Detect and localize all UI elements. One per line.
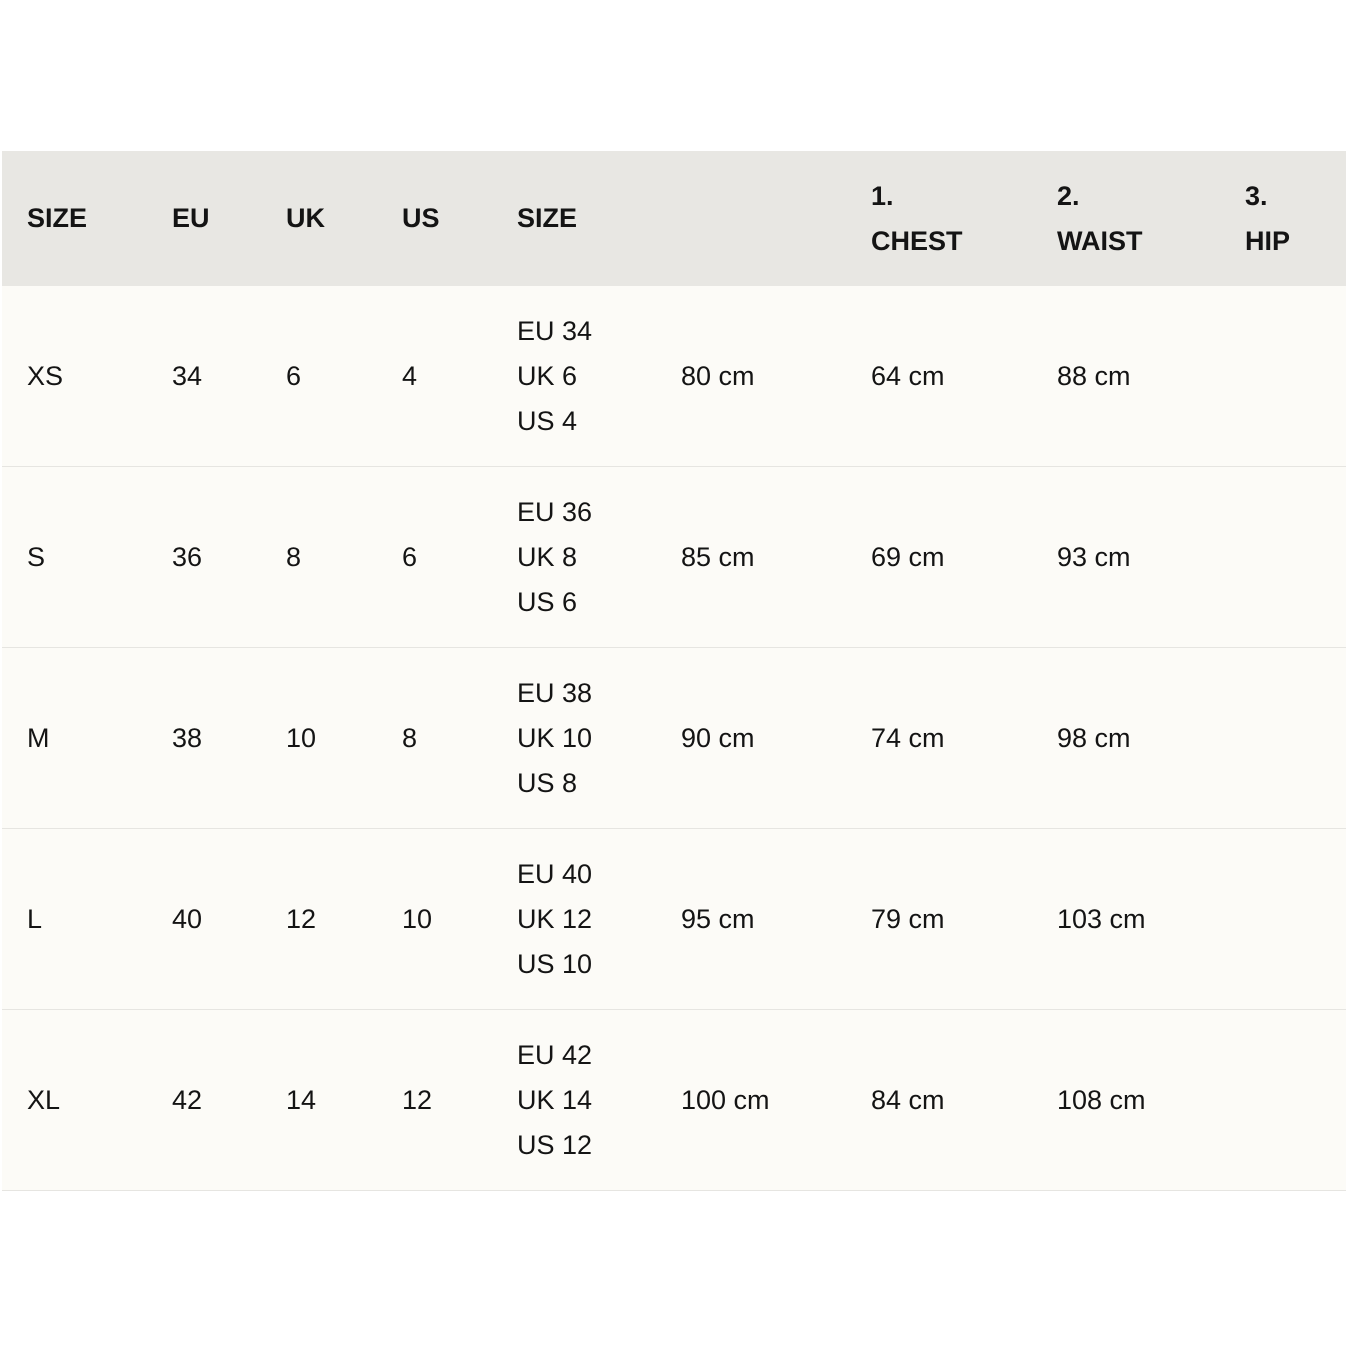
conversion-us: US 10 [517, 948, 593, 979]
cell-measure-2: 79 cm [871, 903, 945, 934]
cell-size-conversion: EU 34 UK 6 US 4 [517, 286, 592, 466]
cell-size: XS [27, 360, 64, 391]
cell-eu: 34 [172, 360, 203, 391]
cell-us: 12 [402, 1084, 433, 1115]
cell-uk: 14 [286, 1084, 317, 1115]
size-chart-table: SIZE EU UK US SIZE 1. CHEST 2. WAIST 3. … [2, 151, 1346, 1191]
conversion-uk: UK 12 [517, 903, 593, 934]
cell-size: S [27, 541, 46, 572]
conversion-us: US 6 [517, 586, 578, 617]
conversion-eu: EU 38 [517, 677, 593, 708]
cell-measure-1: 85 cm [681, 541, 755, 572]
conversion-eu: EU 42 [517, 1039, 593, 1070]
table-row: S 36 8 6 EU 36 UK 8 US 6 85 cm 69 cm 93 … [2, 467, 1346, 648]
cell-uk: 6 [286, 360, 302, 391]
cell-measure-2: 69 cm [871, 541, 945, 572]
conversion-eu: EU 40 [517, 858, 593, 889]
conversion-uk: UK 8 [517, 541, 578, 572]
cell-measure-1: 80 cm [681, 360, 755, 391]
cell-us: 10 [402, 903, 433, 934]
header-chest-number: 1. [871, 180, 894, 211]
cell-size: XL [27, 1084, 61, 1115]
header-waist: 2. WAIST [1057, 151, 1143, 286]
header-eu: EU [172, 203, 210, 233]
table-header: SIZE EU UK US SIZE 1. CHEST 2. WAIST 3. … [2, 151, 1346, 286]
header-hip-label: HIP [1245, 225, 1291, 256]
cell-eu: 42 [172, 1084, 203, 1115]
header-hip-number: 3. [1245, 180, 1268, 211]
cell-uk: 12 [286, 903, 317, 934]
conversion-uk: UK 10 [517, 722, 593, 753]
cell-measure-3: 108 cm [1057, 1084, 1146, 1115]
cell-uk: 10 [286, 722, 317, 753]
conversion-us: US 4 [517, 405, 578, 436]
cell-size-conversion: EU 36 UK 8 US 6 [517, 467, 592, 647]
cell-measure-1: 100 cm [681, 1084, 770, 1115]
cell-us: 6 [402, 541, 418, 572]
cell-us: 8 [402, 722, 418, 753]
header-waist-number: 2. [1057, 180, 1080, 211]
cell-measure-3: 93 cm [1057, 541, 1131, 572]
cell-eu: 38 [172, 722, 203, 753]
cell-uk: 8 [286, 541, 302, 572]
cell-measure-2: 64 cm [871, 360, 945, 391]
conversion-uk: UK 6 [517, 360, 578, 391]
header-hip: 3. HIP [1245, 151, 1290, 286]
cell-measure-1: 90 cm [681, 722, 755, 753]
header-waist-label: WAIST [1057, 225, 1143, 256]
header-size: SIZE [27, 203, 88, 233]
header-size-conversion: SIZE [517, 203, 578, 233]
cell-size-conversion: EU 38 UK 10 US 8 [517, 648, 592, 828]
cell-measure-3: 98 cm [1057, 722, 1131, 753]
header-chest: 1. CHEST [871, 151, 963, 286]
cell-measure-3: 88 cm [1057, 360, 1131, 391]
cell-size: M [27, 722, 50, 753]
cell-eu: 40 [172, 903, 203, 934]
cell-size-conversion: EU 40 UK 12 US 10 [517, 829, 592, 1009]
table-row: L 40 12 10 EU 40 UK 12 US 10 95 cm 79 cm… [2, 829, 1346, 1010]
conversion-us: US 12 [517, 1129, 593, 1160]
cell-us: 4 [402, 360, 418, 391]
table-row: M 38 10 8 EU 38 UK 10 US 8 90 cm 74 cm 9… [2, 648, 1346, 829]
cell-measure-1: 95 cm [681, 903, 755, 934]
conversion-eu: EU 36 [517, 496, 593, 527]
table-row: XS 34 6 4 EU 34 UK 6 US 4 80 cm 64 cm 88… [2, 286, 1346, 467]
cell-size-conversion: EU 42 UK 14 US 12 [517, 1010, 592, 1190]
cell-measure-2: 74 cm [871, 722, 945, 753]
table-row: XL 42 14 12 EU 42 UK 14 US 12 100 cm 84 … [2, 1010, 1346, 1191]
header-chest-label: CHEST [871, 225, 963, 256]
cell-measure-2: 84 cm [871, 1084, 945, 1115]
cell-size: L [27, 903, 43, 934]
header-us: US [402, 203, 440, 233]
conversion-uk: UK 14 [517, 1084, 593, 1115]
cell-eu: 36 [172, 541, 203, 572]
conversion-eu: EU 34 [517, 315, 593, 346]
conversion-us: US 8 [517, 767, 578, 798]
header-uk: UK [286, 203, 325, 233]
cell-measure-3: 103 cm [1057, 903, 1146, 934]
